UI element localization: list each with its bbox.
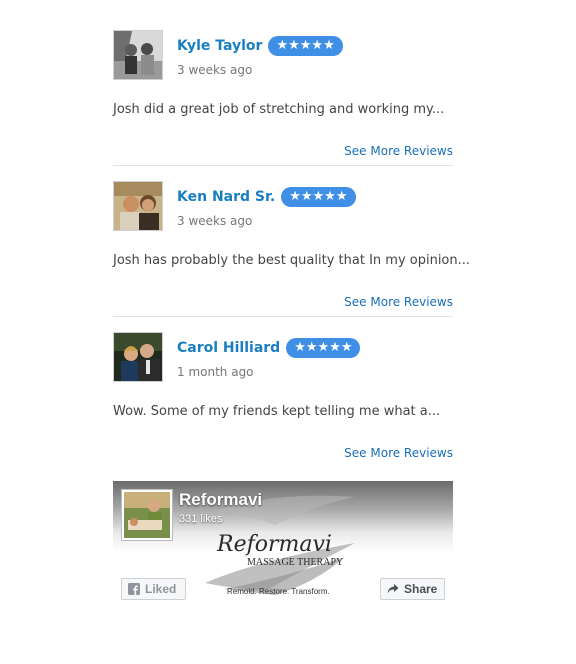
reviewer-name-link[interactable]: Kyle Taylor ★★★★★ [177, 36, 343, 56]
divider [113, 316, 453, 317]
review-excerpt: Wow. Some of my friends kept telling me … [113, 404, 441, 419]
star-rating-badge: ★★★★★ [268, 36, 343, 56]
reviewer-name[interactable]: Kyle Taylor [177, 38, 262, 54]
reviewer-avatar [113, 30, 163, 80]
reviewer-avatar [113, 181, 163, 231]
reviewer-name-link[interactable]: Carol Hilliard ★★★★★ [177, 338, 361, 358]
reviewer-name-link[interactable]: Ken Nard Sr. ★★★★★ [177, 187, 356, 207]
star-rating-badge: ★★★★★ [286, 338, 361, 358]
review-date: 1 month ago [177, 365, 254, 379]
page-profile-picture[interactable] [121, 489, 173, 541]
facebook-icon [128, 583, 140, 595]
review-date: 3 weeks ago [177, 63, 253, 77]
see-more-reviews-link[interactable]: See More Reviews [344, 446, 453, 460]
review-date: 3 weeks ago [177, 214, 253, 228]
divider [113, 165, 453, 166]
reviewer-name[interactable]: Ken Nard Sr. [177, 189, 275, 205]
page-name-link[interactable]: Reformavi [179, 490, 262, 510]
share-label: Share [404, 582, 438, 596]
logo-script-text: Reformavi [216, 532, 332, 557]
logo-tagline-text: Remold. Restore. Transform. [227, 587, 330, 596]
star-rating-badge: ★★★★★ [281, 187, 356, 207]
see-more-reviews-link[interactable]: See More Reviews [344, 144, 453, 158]
share-arrow-icon [387, 583, 399, 595]
see-more-reviews-link[interactable]: See More Reviews [344, 295, 453, 309]
liked-button[interactable]: Liked [121, 578, 186, 600]
share-button[interactable]: Share [380, 578, 445, 600]
reviewer-name[interactable]: Carol Hilliard [177, 340, 280, 356]
facebook-page-plugin: Reformavi MASSAGE THERAPY Remold. Restor… [113, 481, 453, 610]
liked-label: Liked [145, 582, 177, 596]
page-likes-count: 331 likes [179, 513, 223, 525]
reviewer-avatar [113, 332, 163, 382]
logo-subtitle-text: MASSAGE THERAPY [247, 557, 343, 568]
review-excerpt: Josh did a great job of stretching and w… [113, 102, 445, 117]
review-excerpt: Josh has probably the best quality that … [113, 253, 471, 268]
